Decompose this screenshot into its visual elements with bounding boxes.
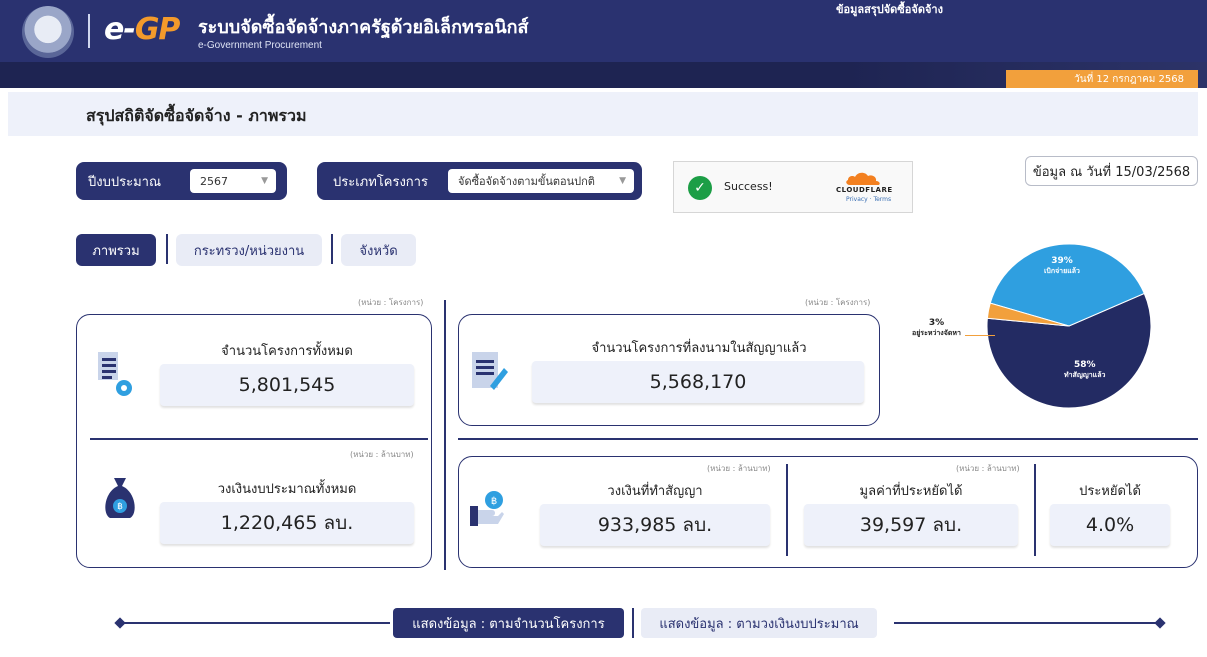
hand-coin-icon: ฿ — [470, 491, 504, 526]
show-by-projects-button[interactable]: แสดงข้อมูล : ตามจำนวนโครงการ — [393, 608, 624, 638]
cloudflare-turnstile-widget[interactable]: ✓ Success! CLOUDFLARE Privacy · Terms — [673, 161, 913, 213]
pie-label-procuring: 3% อยู่ระหว่างจัดหา — [912, 318, 961, 339]
privacy-terms-links[interactable]: Privacy · Terms — [846, 196, 891, 203]
pie-label-disbursed: 39% เบิกจ่ายแล้ว — [1044, 256, 1080, 277]
captcha-status: Success! — [724, 180, 773, 193]
pie-pct-disbursed: 39% — [1051, 256, 1073, 266]
card-divider — [90, 438, 428, 440]
contract-value-value: 933,985 ลบ. — [540, 504, 770, 546]
contract-value-label: วงเงินที่ทำสัญญา — [607, 484, 703, 499]
date-bar: วันที่ 12 กรกฎาคม 2568 — [0, 62, 1207, 88]
budget-year-select[interactable]: 2567 ▼ — [190, 169, 276, 193]
date-badge: วันที่ 12 กรกฎาคม 2568 — [1006, 70, 1198, 88]
tab-province[interactable]: จังหวัด — [341, 234, 416, 266]
unit-label: (หน่วย : โครงการ) — [805, 298, 871, 307]
bottom-line-right — [894, 622, 1160, 624]
line-end-marker — [114, 617, 126, 629]
unit-label: (หน่วย : ล้านบาท) — [956, 464, 1020, 473]
app-title: ระบบจัดซื้อจัดจ้างภาครัฐด้วยอิเล็กทรอนิก… — [198, 17, 529, 38]
tab-separator — [166, 234, 168, 264]
tab-overview[interactable]: ภาพรวม — [76, 234, 156, 266]
savings-value: 39,597 ลบ. — [804, 504, 1018, 546]
pie-name-procuring: อยู่ระหว่างจัดหา — [912, 329, 961, 337]
savings-label: มูลค่าที่ประหยัดได้ — [859, 484, 963, 499]
cloudflare-cloud-icon — [846, 172, 880, 185]
cloudflare-brand: CLOUDFLARE — [836, 186, 893, 194]
document-signed-icon — [472, 352, 508, 390]
chevron-down-icon: ▼ — [261, 176, 268, 186]
signed-projects-value: 5,568,170 — [532, 361, 864, 403]
line-end-marker — [1154, 617, 1166, 629]
total-projects-value: 5,801,545 — [160, 364, 414, 406]
unit-label: (หน่วย : ล้านบาท) — [350, 450, 414, 459]
success-check-icon: ✓ — [688, 176, 712, 200]
svg-text:฿: ฿ — [117, 502, 123, 512]
svg-text:฿: ฿ — [491, 496, 497, 507]
card-divider — [1034, 464, 1036, 556]
app-subtitle: e-Government Procurement — [198, 40, 322, 51]
unit-label: (หน่วย : โครงการ) — [358, 298, 424, 307]
bottom-line-left — [120, 622, 390, 624]
unit-label: (หน่วย : ล้านบาท) — [707, 464, 771, 473]
signed-projects-label: จำนวนโครงการที่ลงนามในสัญญาแล้ว — [591, 341, 807, 356]
total-budget-label: วงเงินงบประมาณทั้งหมด — [217, 482, 357, 497]
project-type-label: ประเภทโครงการ — [333, 174, 428, 190]
tab-separator — [331, 234, 333, 264]
header-top-text: ข้อมูลสรุปจัดซื้อจัดจ้าง — [836, 3, 943, 16]
government-seal-logo — [22, 6, 74, 58]
header-divider — [88, 14, 90, 48]
budget-year-value: 2567 — [200, 174, 228, 188]
project-type-value: จัดซื้อจัดจ้างตามขั้นตอนปกติ — [458, 175, 595, 188]
budget-year-label: ปีงบประมาณ — [88, 174, 161, 190]
section-divider — [444, 300, 446, 570]
tab-ministry-agency[interactable]: กระทรวง/หน่วยงาน — [176, 234, 322, 266]
pie-name-contracted: ทำสัญญาแล้ว — [1064, 371, 1106, 379]
savings-percent-value: 4.0% — [1050, 504, 1170, 546]
app-header: e-GP ระบบจัดซื้อจัดจ้างภาครัฐด้วยอิเล็กท… — [0, 0, 1207, 62]
pie-leader-line — [965, 335, 995, 336]
page-title: สรุปสถิติจัดซื้อจัดจ้าง - ภาพรวม — [86, 106, 307, 125]
pie-label-contracted: 58% ทำสัญญาแล้ว — [1064, 360, 1105, 381]
total-budget-value: 1,220,465 ลบ. — [160, 502, 414, 544]
total-projects-label: จำนวนโครงการทั้งหมด — [221, 344, 353, 359]
project-type-select[interactable]: จัดซื้อจัดจ้างตามขั้นตอนปกติ ▼ — [448, 169, 634, 193]
pie-pct-procuring: 3% — [928, 318, 945, 328]
chevron-down-icon: ▼ — [619, 176, 626, 186]
money-bag-icon: ฿ — [105, 478, 135, 518]
pie-name-disbursed: เบิกจ่ายแล้ว — [1044, 267, 1080, 275]
section-divider — [458, 438, 1198, 440]
card-divider — [786, 464, 788, 556]
show-by-budget-button[interactable]: แสดงข้อมูล : ตามวงเงินงบประมาณ — [641, 608, 877, 638]
data-as-of-date: ข้อมูล ณ วันที่ 15/03/2568 — [1025, 156, 1198, 186]
current-date: วันที่ 12 กรกฎาคม 2568 — [1074, 74, 1184, 85]
project-type-filter: ประเภทโครงการ จัดซื้อจัดจ้างตามขั้นตอนปก… — [317, 162, 642, 200]
budget-year-filter: ปีงบประมาณ 2567 ▼ — [76, 162, 287, 200]
document-gear-icon — [98, 352, 132, 396]
pie-pct-contracted: 58% — [1073, 360, 1096, 370]
savings-percent-label: ประหยัดได้ — [1079, 484, 1141, 499]
toggle-separator — [632, 608, 634, 638]
egp-logo[interactable]: e-GP — [104, 12, 180, 47]
